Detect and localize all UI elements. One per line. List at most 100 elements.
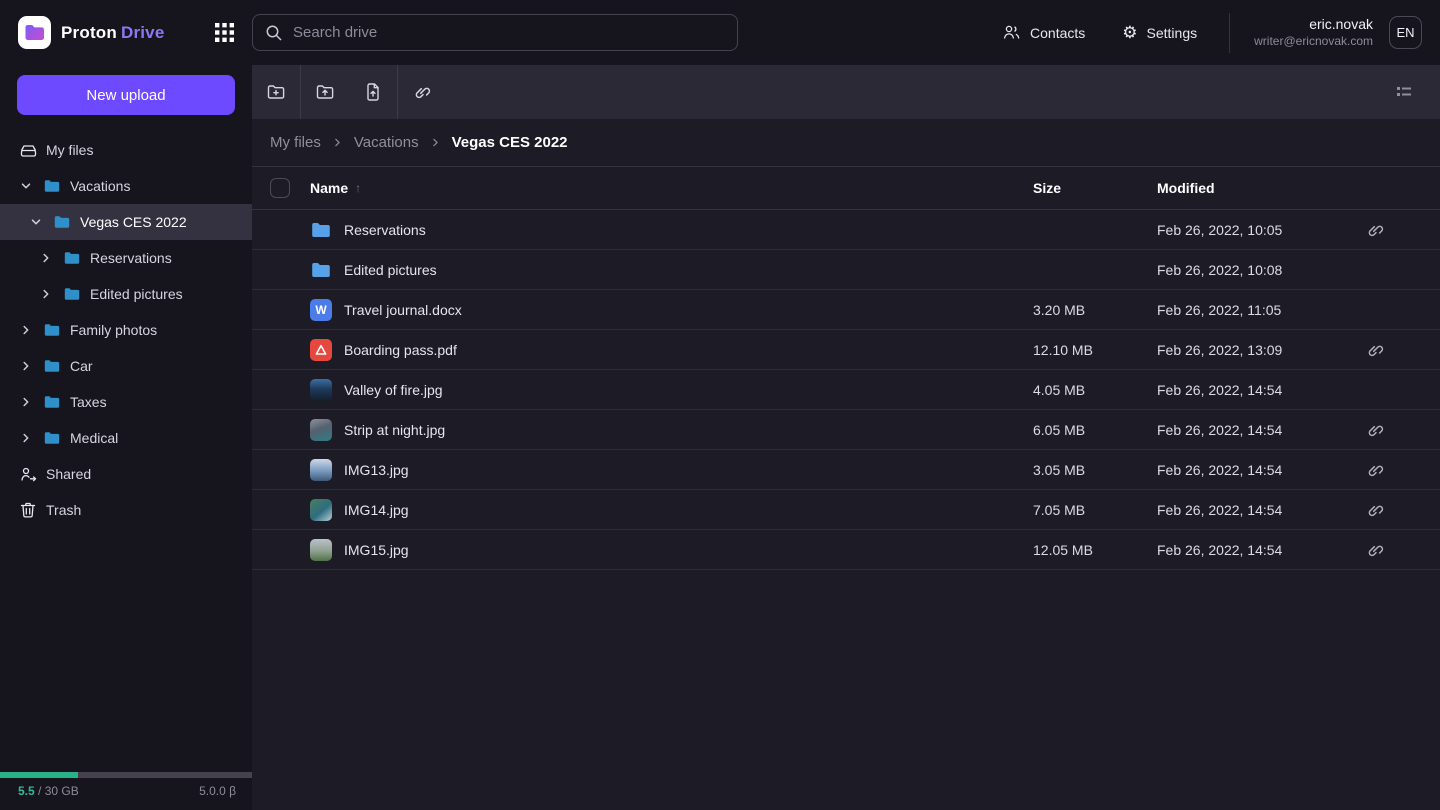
share-link-button[interactable] [398, 65, 446, 119]
shared-link-slot[interactable] [1365, 540, 1440, 560]
file-name: Valley of fire.jpg [344, 382, 443, 398]
file-size: 7.05 MB [1033, 502, 1157, 518]
sidebar-item-label: Shared [46, 466, 91, 482]
shared-link-slot[interactable] [1365, 220, 1440, 240]
shared-link-icon[interactable] [1365, 500, 1385, 520]
table-row[interactable]: IMG14.jpg 7.05 MB Feb 26, 2022, 14:54 [252, 490, 1440, 530]
file-name: Edited pictures [344, 262, 437, 278]
sidebar-item-medical[interactable]: Medical [0, 420, 252, 456]
chevron-right-icon[interactable] [18, 394, 34, 410]
sidebar-item-family-photos[interactable]: Family photos [0, 312, 252, 348]
file-modified: Feb 26, 2022, 14:54 [1157, 502, 1365, 518]
myfiles-icon [18, 140, 38, 160]
column-header-modified[interactable]: Modified [1157, 180, 1365, 196]
upload-file-button[interactable] [349, 65, 397, 119]
sidebar-item-label: Trash [46, 502, 81, 518]
table-row[interactable]: Edited pictures Feb 26, 2022, 10:08 [252, 250, 1440, 290]
table-row[interactable]: Boarding pass.pdf 12.10 MB Feb 26, 2022,… [252, 330, 1440, 370]
column-header-name[interactable]: Name [310, 180, 348, 196]
file-size: 12.05 MB [1033, 542, 1157, 558]
shared-link-icon[interactable] [1365, 220, 1385, 240]
file-name: Boarding pass.pdf [344, 342, 457, 358]
chevron-right-icon[interactable] [18, 430, 34, 446]
shared-link-slot[interactable] [1365, 460, 1440, 480]
user-email: writer@ericnovak.com [1254, 34, 1373, 49]
sidebar-item-label: Family photos [70, 322, 157, 338]
chevron-right-icon[interactable] [38, 286, 54, 302]
folder-icon [62, 284, 82, 304]
app-switcher-button[interactable] [210, 18, 239, 47]
sidebar-item-edited-pictures[interactable]: Edited pictures [0, 276, 252, 312]
chevron-right-icon[interactable] [18, 322, 34, 338]
folder-icon [42, 392, 62, 412]
shared-link-slot[interactable] [1365, 420, 1440, 440]
sidebar-item-label: My files [46, 142, 93, 158]
sidebar: New upload My files Vacations Vegas CES 20… [0, 65, 252, 810]
search-input[interactable] [293, 24, 725, 41]
chevron-right-icon[interactable] [18, 358, 34, 374]
breadcrumb-item-1[interactable]: My files [270, 134, 321, 151]
shared-link-icon[interactable] [1365, 540, 1385, 560]
list-view-icon [1395, 83, 1413, 101]
new-upload-button[interactable]: New upload [17, 75, 235, 115]
table-row[interactable]: Reservations Feb 26, 2022, 10:05 [252, 210, 1440, 250]
shared-link-icon[interactable] [1365, 460, 1385, 480]
shared-link-slot[interactable] [1365, 340, 1440, 360]
file-size: 3.20 MB [1033, 302, 1157, 318]
create-folder-button[interactable] [252, 65, 300, 119]
breadcrumb-item-2[interactable]: Vacations [354, 134, 419, 151]
file-name: Travel journal.docx [344, 302, 462, 318]
breadcrumb-item-3: Vegas CES 2022 [452, 134, 568, 151]
sidebar-item-vegas-ces-2022[interactable]: Vegas CES 2022 [0, 204, 252, 240]
sidebar-item-vacations[interactable]: Vacations [0, 168, 252, 204]
table-row[interactable]: Valley of fire.jpg 4.05 MB Feb 26, 2022,… [252, 370, 1440, 410]
file-modified: Feb 26, 2022, 14:54 [1157, 542, 1365, 558]
brand-proton: Proton [61, 23, 117, 42]
sidebar-item-taxes[interactable]: Taxes [0, 384, 252, 420]
chevron-down-icon[interactable] [28, 214, 44, 230]
file-list: Reservations Feb 26, 2022, 10:05 Edited … [252, 210, 1440, 570]
trash-icon [18, 500, 38, 520]
main-content: My filesVacationsVegas CES 2022 Name ↑ S… [252, 65, 1440, 810]
table-row[interactable]: IMG13.jpg 3.05 MB Feb 26, 2022, 14:54 [252, 450, 1440, 490]
file-name: IMG15.jpg [344, 542, 409, 558]
shared-link-icon[interactable] [1365, 420, 1385, 440]
upload-folder-button[interactable] [301, 65, 349, 119]
file-modified: Feb 26, 2022, 14:54 [1157, 382, 1365, 398]
table-row[interactable]: Strip at night.jpg 6.05 MB Feb 26, 2022,… [252, 410, 1440, 450]
topbar-actions: Contacts ⚙ Settings eric.novak writer@er… [1002, 0, 1422, 65]
locale-button[interactable]: EN [1389, 16, 1422, 49]
shared-link-slot[interactable] [1365, 500, 1440, 520]
select-all-checkbox[interactable] [270, 178, 290, 198]
file-size: 6.05 MB [1033, 422, 1157, 438]
breadcrumb-separator-icon [332, 137, 343, 148]
sidebar-item-my-files[interactable]: My files [0, 132, 252, 168]
column-header-size[interactable]: Size [1033, 180, 1157, 196]
sidebar-item-reservations[interactable]: Reservations [0, 240, 252, 276]
shared-link-icon[interactable] [1365, 340, 1385, 360]
search-bar[interactable] [252, 14, 738, 51]
image-thumbnail [310, 379, 332, 401]
pdf-document-icon [310, 339, 332, 361]
settings-gear-icon: ⚙ [1122, 24, 1137, 41]
contacts-button[interactable]: Contacts [1002, 23, 1085, 42]
settings-button[interactable]: ⚙ Settings [1122, 24, 1197, 41]
breadcrumb: My files Vacations Vegas CES 2022 [252, 119, 1440, 167]
sidebar-item-shared[interactable]: Shared [0, 456, 252, 492]
list-view-toggle-button[interactable] [1380, 65, 1428, 119]
sidebar-item-trash[interactable]: Trash [0, 492, 252, 528]
image-thumbnail [310, 539, 332, 561]
file-size: 12.10 MB [1033, 342, 1157, 358]
sidebar-item-car[interactable]: Car [0, 348, 252, 384]
folder-icon [42, 428, 62, 448]
sidebar-item-label: Vacations [70, 178, 130, 194]
sidebar-item-label: Reservations [90, 250, 172, 266]
table-row[interactable]: IMG15.jpg 12.05 MB Feb 26, 2022, 14:54 [252, 530, 1440, 570]
chevron-down-icon[interactable] [18, 178, 34, 194]
file-name: IMG13.jpg [344, 462, 409, 478]
file-modified: Feb 26, 2022, 13:09 [1157, 342, 1365, 358]
chevron-right-icon[interactable] [38, 250, 54, 266]
sidebar-item-label: Vegas CES 2022 [80, 214, 187, 230]
folder-icon [310, 219, 332, 241]
table-row[interactable]: W Travel journal.docx 3.20 MB Feb 26, 20… [252, 290, 1440, 330]
